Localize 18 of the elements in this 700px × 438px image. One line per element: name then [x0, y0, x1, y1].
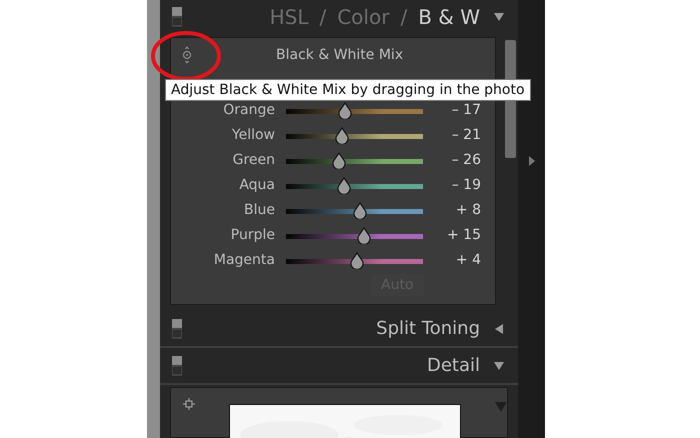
slider-label: Magenta [212, 252, 275, 268]
slider-label: Green [232, 152, 275, 168]
section-title: Black & White Mix [276, 47, 404, 63]
tooltip: Adjust Black & White Mix by dragging in the photo [165, 79, 531, 101]
slider-value: – 19 [450, 176, 481, 192]
slider-value: – 17 [450, 102, 481, 118]
slider-label: Blue [243, 202, 275, 218]
slider-label: Purple [230, 226, 275, 242]
tab-separator: / [319, 5, 326, 29]
slider-value: – 26 [450, 152, 481, 168]
slider-value: – 21 [450, 126, 481, 142]
slider-label: Yellow [230, 126, 275, 142]
slider-value: + 15 [446, 226, 481, 242]
slider-value: + 4 [454, 252, 481, 268]
slider-value: + 8 [454, 202, 481, 218]
slider-label: Aqua [238, 176, 275, 192]
tab-separator: / [400, 5, 408, 29]
slider-label: Orange [222, 102, 275, 118]
